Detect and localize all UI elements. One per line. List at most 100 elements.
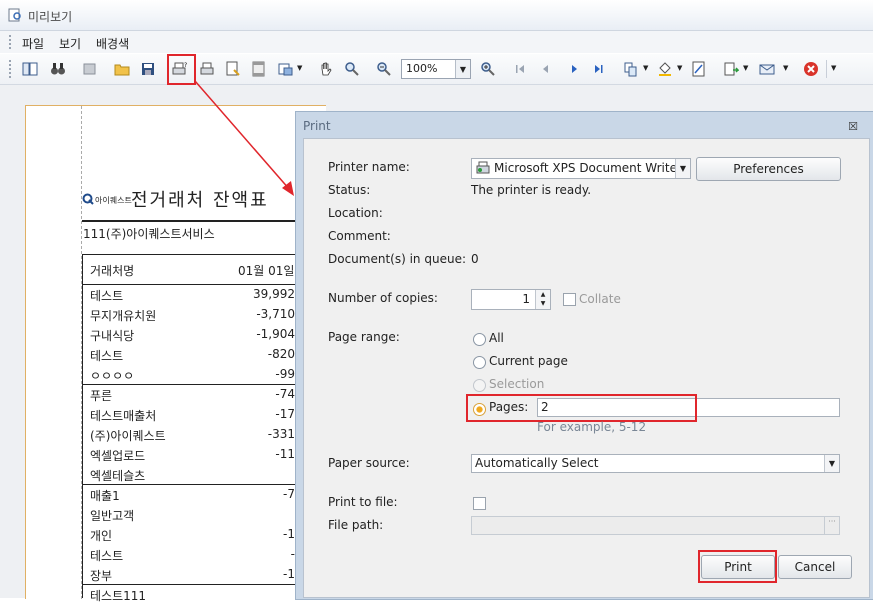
preferences-button[interactable]: Preferences [696, 157, 841, 181]
zoom-in-button[interactable] [478, 59, 498, 79]
label-file-path: File path: [328, 518, 384, 532]
zoom-out-button[interactable] [374, 59, 394, 79]
send-email-button[interactable] [757, 59, 777, 79]
scale-button[interactable] [276, 59, 296, 79]
report-row-name: 푸른 [90, 389, 113, 403]
toolbar-overflow-arrow[interactable]: ▼ [831, 64, 836, 72]
report-row-value: -7 [283, 487, 295, 501]
customize-button[interactable] [80, 59, 100, 79]
report-row-name: ㅇㅇㅇㅇ [90, 369, 135, 383]
zoom-out-icon [377, 62, 391, 76]
range-all-label: All [489, 331, 504, 345]
menu-bar: 파일 보기 배경색 [0, 31, 873, 53]
save-icon [142, 63, 154, 75]
paper-source-dropdown-icon[interactable]: ▼ [824, 455, 839, 472]
printer-dropdown-icon[interactable]: ▼ [675, 159, 690, 178]
menu-background-color[interactable]: 배경색 [96, 35, 129, 52]
send-email-dropdown-arrow[interactable]: ▼ [783, 64, 788, 72]
copies-spinner[interactable]: 1 ▲ ▼ [471, 289, 551, 310]
status-value: The printer is ready. [471, 183, 592, 197]
next-page-icon [572, 65, 577, 73]
report-row-name: 매출1 [90, 489, 120, 503]
multiple-pages-dropdown-arrow[interactable]: ▼ [643, 64, 648, 72]
report-row-value: 39,992 [253, 287, 295, 301]
report-row-name: 무지개유치원 [90, 309, 157, 323]
zoom-combobox[interactable]: 100% ▼ [401, 59, 471, 79]
report-row-value: - [290, 547, 295, 561]
page-color-dropdown-arrow[interactable]: ▼ [677, 64, 682, 72]
close-preview-button[interactable] [801, 59, 821, 79]
range-current-radio[interactable] [473, 356, 486, 369]
page-setup-button[interactable] [223, 59, 243, 79]
annotation-arrow [194, 80, 294, 196]
magnifier-icon [345, 62, 359, 76]
page-color-button[interactable] [655, 59, 675, 79]
report-company: 111(주)아이퀘스트서비스 [83, 227, 215, 241]
folder-open-icon [114, 64, 130, 76]
next-page-button[interactable] [564, 59, 584, 79]
menu-file[interactable]: 파일 [22, 35, 44, 52]
report-row-value: -74 [275, 387, 295, 401]
file-path-input: ··· [471, 516, 840, 535]
multiple-pages-button[interactable] [621, 59, 641, 79]
dialog-close-button[interactable]: ☒ [848, 120, 858, 133]
find-button[interactable] [48, 59, 68, 79]
table-left-border [82, 254, 83, 598]
window-title: 미리보기 [28, 10, 73, 24]
menu-view[interactable]: 보기 [59, 35, 81, 52]
report-row-name: 테스트 [90, 549, 124, 563]
email-icon [759, 64, 775, 75]
report-row-name: 일반고객 [90, 509, 135, 523]
first-page-button[interactable] [510, 59, 530, 79]
printer-icon [200, 62, 214, 75]
paint-bucket-icon [659, 62, 671, 76]
print-to-file-checkbox[interactable] [473, 497, 486, 510]
cancel-button[interactable]: Cancel [778, 555, 852, 579]
range-all-radio[interactable] [473, 333, 486, 346]
title-bar: 미리보기 [0, 0, 873, 31]
zoom-dropdown-icon[interactable]: ▼ [455, 60, 470, 78]
report-row-value: -331 [267, 427, 295, 441]
scale-dropdown-arrow[interactable]: ▼ [297, 64, 302, 72]
page-setup-icon [226, 61, 240, 76]
export-icon [724, 62, 739, 76]
print-dialog: Print ☒ Printer name: Microsoft XPS Docu… [295, 111, 873, 600]
paper-source-select[interactable]: Automatically Select ▼ [471, 454, 840, 473]
header-footer-button[interactable] [249, 59, 269, 79]
quick-print-button[interactable] [197, 59, 217, 79]
watermark-button[interactable] [689, 59, 709, 79]
document-map-button[interactable] [20, 59, 40, 79]
report-row-name: 테스트 [90, 289, 124, 303]
column-header-date: 01월 01일 [238, 264, 295, 278]
first-page-icon [516, 65, 524, 73]
label-status: Status: [328, 183, 371, 197]
label-queue: Document(s) in queue: [328, 252, 466, 266]
report-row-name: 엑셀테슬츠 [90, 469, 146, 483]
last-page-icon [595, 65, 603, 73]
print-button-highlight [698, 550, 777, 583]
magnifier-button[interactable] [342, 59, 362, 79]
label-print-to-file: Print to file: [328, 495, 398, 509]
menu-grip [9, 35, 13, 49]
collate-checkbox[interactable] [563, 293, 576, 306]
report-row-value: -1 [283, 567, 295, 581]
report-row-name: 개인 [90, 529, 113, 543]
previous-page-button[interactable] [536, 59, 556, 79]
paper-source-value: Automatically Select [475, 456, 599, 470]
toolbar-grip [9, 60, 13, 78]
report-row-value: -17 [275, 407, 295, 421]
export-dropdown-arrow[interactable]: ▼ [743, 64, 748, 72]
open-button[interactable] [112, 59, 132, 79]
last-page-button[interactable] [589, 59, 609, 79]
preview-app-icon [8, 8, 21, 22]
dialog-title: Print [303, 119, 331, 133]
label-location: Location: [328, 206, 383, 220]
copies-spin-arrows-icon[interactable]: ▲ ▼ [535, 290, 550, 309]
report-row-name: 엑셀업로드 [90, 449, 146, 463]
scale-icon [278, 63, 293, 76]
printer-select[interactable]: Microsoft XPS Document Writer ▼ [471, 158, 691, 179]
export-button[interactable] [721, 59, 741, 79]
save-button[interactable] [138, 59, 158, 79]
zoom-value: 100% [406, 62, 438, 75]
hand-tool-button[interactable] [316, 59, 336, 79]
